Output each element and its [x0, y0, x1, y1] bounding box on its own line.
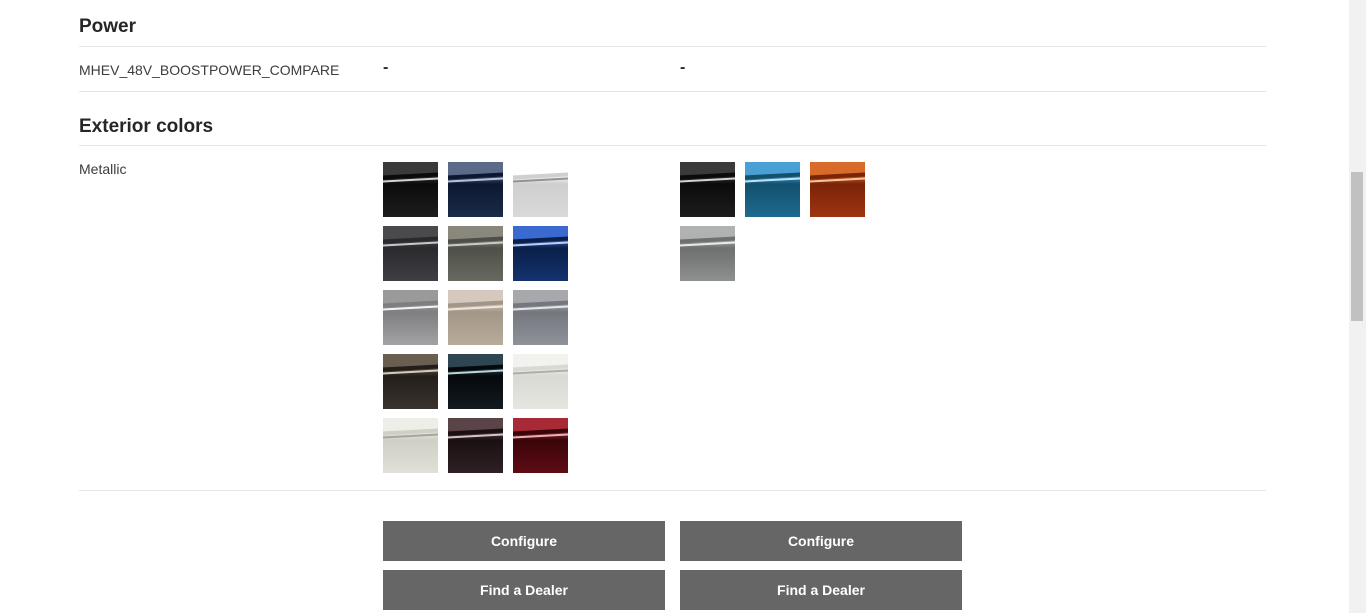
power-value-col2: -	[680, 59, 686, 76]
color-swatch[interactable]	[513, 354, 568, 409]
color-swatch[interactable]	[448, 418, 503, 473]
configure-button-col1[interactable]: Configure	[383, 521, 665, 561]
configure-button-col2[interactable]: Configure	[680, 521, 962, 561]
color-swatch[interactable]	[383, 354, 438, 409]
color-swatch[interactable]	[513, 162, 568, 217]
divider	[79, 46, 1266, 47]
scrollbar-thumb[interactable]	[1351, 172, 1363, 321]
color-swatch[interactable]	[513, 290, 568, 345]
compare-page: Power MHEV_48V_BOOSTPOWER_COMPARE - - Ex…	[0, 0, 1366, 613]
color-swatch[interactable]	[448, 226, 503, 281]
color-swatch[interactable]	[448, 354, 503, 409]
color-swatch[interactable]	[448, 162, 503, 217]
color-swatch[interactable]	[680, 226, 735, 281]
metallic-row-label: Metallic	[79, 161, 127, 177]
find-dealer-button-col2[interactable]: Find a Dealer	[680, 570, 962, 610]
color-swatch[interactable]	[745, 162, 800, 217]
color-swatch[interactable]	[383, 290, 438, 345]
divider	[79, 490, 1266, 491]
color-swatch[interactable]	[383, 226, 438, 281]
color-swatch[interactable]	[680, 162, 735, 217]
divider	[79, 145, 1266, 146]
color-swatch[interactable]	[383, 162, 438, 217]
color-swatch[interactable]	[448, 290, 503, 345]
find-dealer-button-col1[interactable]: Find a Dealer	[383, 570, 665, 610]
divider	[79, 91, 1266, 92]
exterior-colors-title: Exterior colors	[79, 116, 214, 137]
color-swatch[interactable]	[513, 418, 568, 473]
color-swatch[interactable]	[513, 226, 568, 281]
power-row-label: MHEV_48V_BOOSTPOWER_COMPARE	[79, 62, 340, 78]
color-swatch[interactable]	[383, 418, 438, 473]
power-section-title: Power	[79, 16, 137, 37]
power-value-col1: -	[383, 59, 389, 76]
color-swatch[interactable]	[810, 162, 865, 217]
page-scrollbar[interactable]	[1349, 0, 1366, 613]
